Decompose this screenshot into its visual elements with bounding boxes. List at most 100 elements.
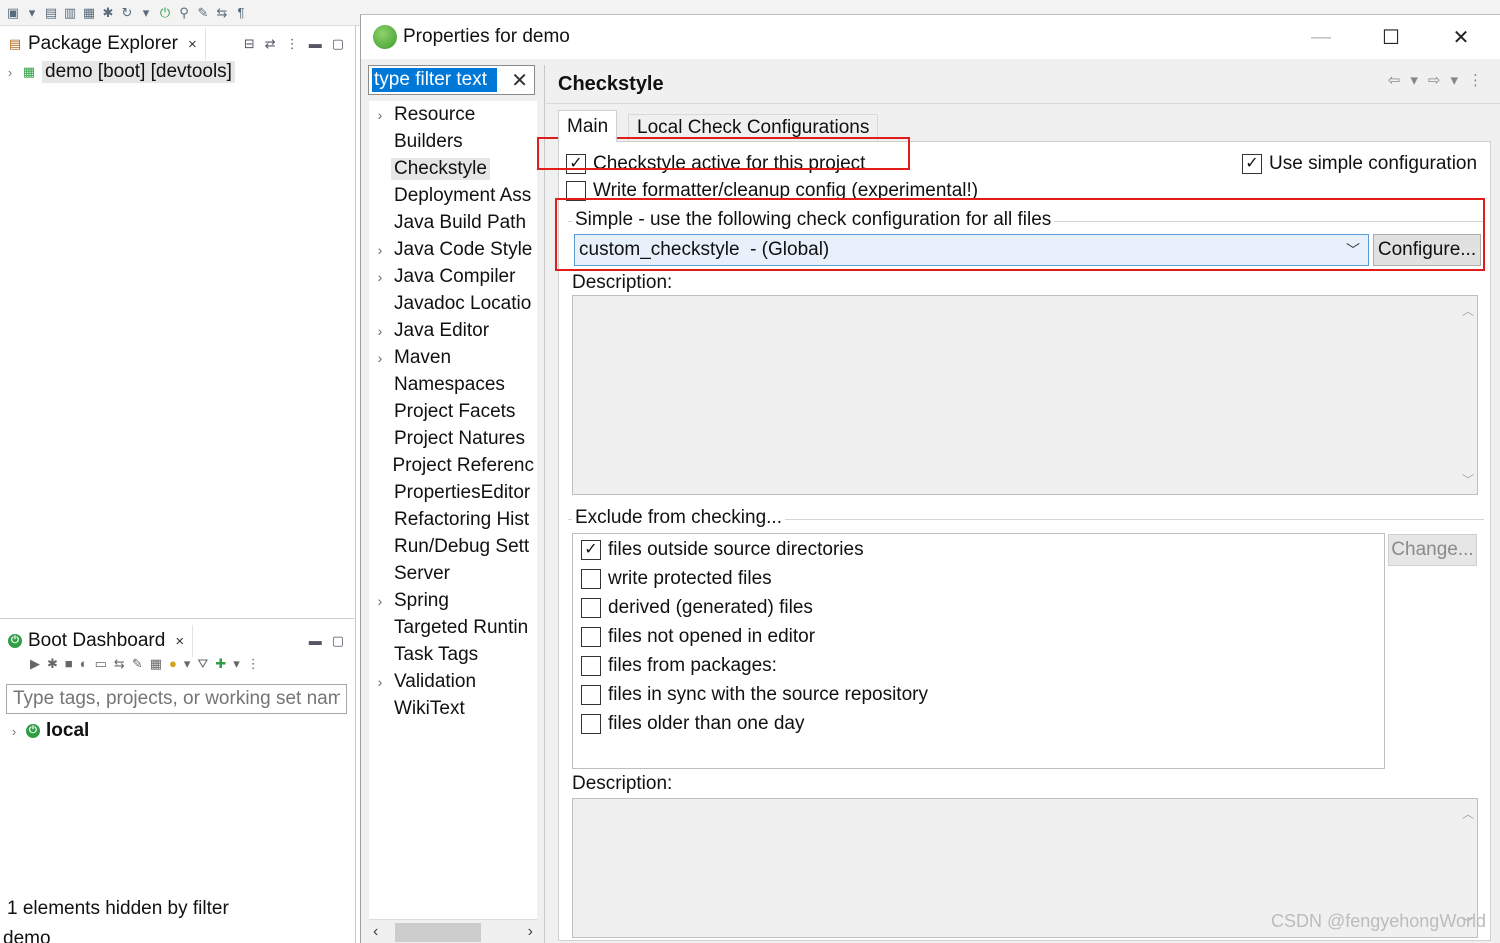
- nav-item[interactable]: › Spring: [369, 587, 537, 614]
- checkbox-box[interactable]: [566, 181, 586, 201]
- nav-item[interactable]: › Java Editor: [369, 317, 537, 344]
- boot-local-item[interactable]: › ⏻ local: [8, 718, 89, 744]
- link-icon[interactable]: ⇆: [114, 656, 125, 672]
- dropdown-icon[interactable]: ▾: [184, 656, 191, 672]
- nav-item[interactable]: Server: [369, 560, 537, 587]
- nav-item[interactable]: Builders: [369, 128, 537, 155]
- pin-icon[interactable]: ⚲: [177, 5, 191, 20]
- chevron-right-icon[interactable]: ›: [369, 593, 391, 609]
- exclude-item[interactable]: files in sync with the source repository: [581, 684, 928, 706]
- nav-item[interactable]: Refactoring Hist: [369, 506, 537, 533]
- dropdown-icon[interactable]: ▾: [1450, 71, 1458, 89]
- filter-input[interactable]: [372, 68, 497, 92]
- link-editor-icon[interactable]: ⇄: [265, 36, 276, 52]
- clear-icon[interactable]: ✕: [511, 68, 528, 93]
- minimize-icon[interactable]: ▬: [309, 633, 322, 649]
- new-file-icon[interactable]: ▣: [6, 5, 20, 20]
- exclude-item[interactable]: files older than one day: [581, 713, 804, 735]
- chevron-right-icon[interactable]: ›: [4, 65, 16, 80]
- nav-item[interactable]: Java Build Path: [369, 209, 537, 236]
- chevron-right-icon[interactable]: ›: [369, 107, 391, 123]
- scroll-right-icon[interactable]: ›: [528, 923, 533, 941]
- checkbox-box[interactable]: [581, 627, 601, 647]
- chevron-right-icon[interactable]: ›: [369, 269, 391, 285]
- add-icon[interactable]: ✚: [215, 656, 226, 672]
- exclude-item[interactable]: write protected files: [581, 568, 772, 590]
- close-icon[interactable]: ×: [188, 36, 197, 53]
- chevron-right-icon[interactable]: ›: [369, 242, 391, 258]
- nav-item[interactable]: WikiText: [369, 695, 537, 722]
- dropdown-icon[interactable]: ▾: [1410, 71, 1418, 89]
- checkbox-box[interactable]: ✓: [566, 154, 586, 174]
- nav-horizontal-scrollbar[interactable]: ‹ ›: [369, 919, 537, 943]
- maximize-icon[interactable]: ▢: [332, 36, 344, 52]
- terminal-icon[interactable]: ▦: [82, 5, 96, 20]
- console-icon[interactable]: ▭: [95, 656, 107, 672]
- nav-item[interactable]: Project Referenc: [369, 452, 537, 479]
- exclude-item[interactable]: files not opened in editor: [581, 626, 815, 648]
- dropdown-icon[interactable]: ▾: [233, 656, 240, 672]
- exclude-item[interactable]: derived (generated) files: [581, 597, 813, 619]
- nav-item[interactable]: Deployment Ass: [369, 182, 537, 209]
- refresh-icon[interactable]: ↻: [120, 5, 134, 20]
- chevron-right-icon[interactable]: ›: [369, 350, 391, 366]
- back-icon[interactable]: ⇦: [1388, 71, 1401, 89]
- checkbox-box[interactable]: [581, 598, 601, 618]
- scroll-left-icon[interactable]: ‹: [373, 923, 378, 941]
- pane-divider[interactable]: [544, 65, 545, 943]
- chevron-right-icon[interactable]: ›: [369, 674, 391, 690]
- close-icon[interactable]: ×: [175, 633, 184, 650]
- edit-icon[interactable]: ✎: [132, 656, 143, 672]
- project-tree-item[interactable]: › ▦ demo [boot] [devtools]: [4, 59, 235, 85]
- simple-config-checkbox[interactable]: ✓ Use simple configuration: [1242, 153, 1477, 175]
- view-menu-icon[interactable]: ⋮: [1468, 71, 1483, 89]
- checkbox-box[interactable]: [581, 685, 601, 705]
- paragraph-icon[interactable]: ¶: [234, 5, 248, 20]
- maximize-button[interactable]: ☐: [1356, 15, 1426, 59]
- exclude-item[interactable]: ✓ files outside source directories: [581, 539, 864, 561]
- nav-item[interactable]: › Validation: [369, 668, 537, 695]
- nav-item[interactable]: › Maven: [369, 344, 537, 371]
- change-button[interactable]: Change...: [1388, 534, 1477, 566]
- checkbox-box[interactable]: ✓: [581, 540, 601, 560]
- view-menu-icon[interactable]: ⋮: [286, 36, 299, 52]
- power-icon[interactable]: ⏻: [158, 5, 172, 20]
- vertical-scrollbar[interactable]: ︿ ﹀: [1459, 296, 1477, 494]
- nav-item[interactable]: Namespaces: [369, 371, 537, 398]
- scroll-up-icon[interactable]: ︿: [1462, 805, 1474, 822]
- close-button[interactable]: ✕: [1426, 15, 1496, 59]
- checkbox-box[interactable]: [581, 656, 601, 676]
- nav-item[interactable]: Run/Debug Sett: [369, 533, 537, 560]
- debug-icon[interactable]: ✱: [47, 656, 58, 672]
- chevron-down-icon[interactable]: ﹀: [1346, 240, 1360, 260]
- maximize-icon[interactable]: ▢: [332, 633, 344, 649]
- tab-boot-dashboard[interactable]: ⏻ Boot Dashboard ×: [0, 625, 194, 657]
- lightbulb-icon[interactable]: ●: [169, 656, 177, 672]
- scroll-up-icon[interactable]: ︿: [1462, 302, 1474, 319]
- collapse-all-icon[interactable]: ⊟: [244, 36, 255, 52]
- dropdown-icon[interactable]: ▾: [25, 5, 39, 20]
- minimize-icon[interactable]: ▬: [309, 36, 322, 52]
- check-config-select[interactable]: custom_checkstyle - (Global) ﹀: [574, 234, 1369, 266]
- tab-main[interactable]: Main: [558, 110, 618, 142]
- table-icon[interactable]: ▦: [150, 656, 162, 672]
- nav-item[interactable]: › Resource: [369, 101, 537, 128]
- forward-icon[interactable]: ⇨: [1428, 71, 1441, 89]
- save-icon[interactable]: ▤: [44, 5, 58, 20]
- nav-item[interactable]: › Java Code Style: [369, 236, 537, 263]
- stop-icon[interactable]: ■: [65, 656, 73, 672]
- nav-item[interactable]: › Java Compiler: [369, 263, 537, 290]
- boot-dashboard-search-input[interactable]: [6, 684, 347, 714]
- checkbox-box[interactable]: [581, 714, 601, 734]
- dropdown-icon[interactable]: ▾: [139, 5, 153, 20]
- checkbox-box[interactable]: [581, 569, 601, 589]
- tab-local-check-configurations[interactable]: Local Check Configurations: [628, 114, 879, 141]
- checkbox-box[interactable]: ✓: [1242, 154, 1262, 174]
- nav-item[interactable]: Targeted Runtin: [369, 614, 537, 641]
- filter-icon[interactable]: ⛛: [197, 656, 208, 672]
- chevron-right-icon[interactable]: ›: [8, 724, 20, 739]
- description-textarea[interactable]: ︿ ﹀: [572, 295, 1478, 495]
- nav-item[interactable]: Checkstyle: [369, 155, 537, 182]
- formatter-checkbox[interactable]: Write formatter/cleanup config (experime…: [566, 180, 978, 202]
- nav-item[interactable]: Javadoc Locatio: [369, 290, 537, 317]
